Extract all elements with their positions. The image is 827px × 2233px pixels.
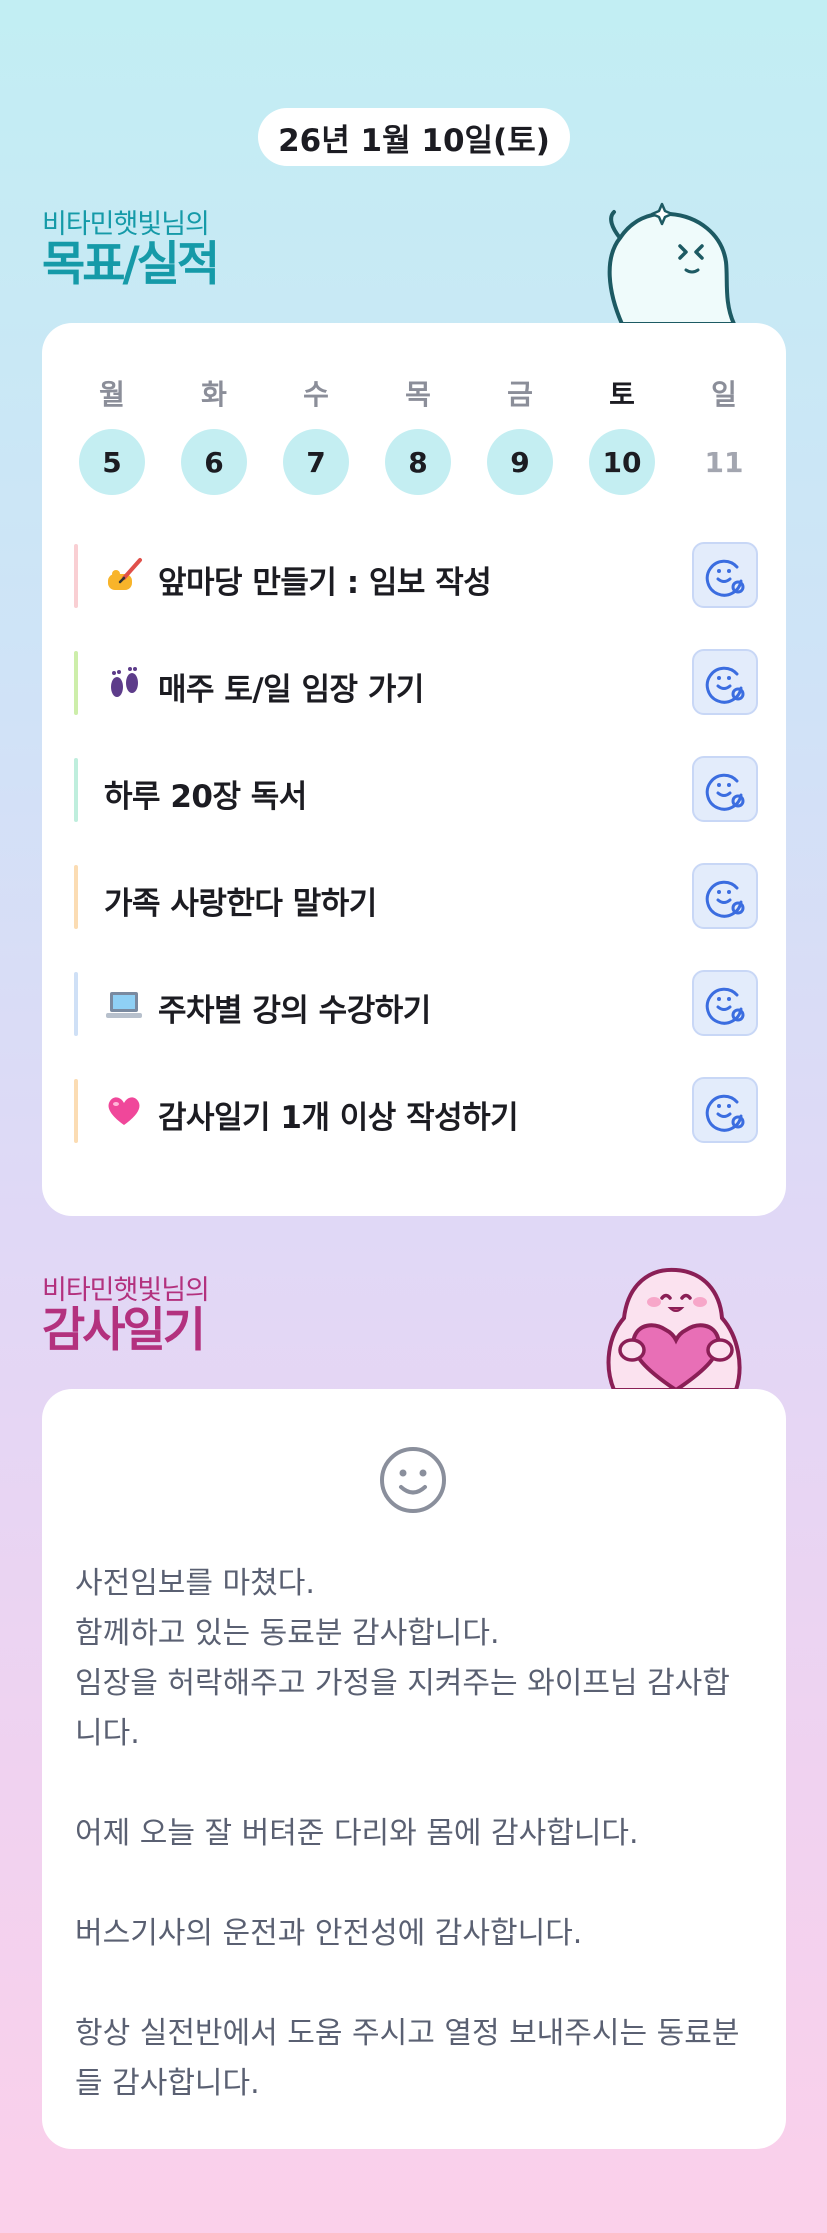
day-date: 10	[589, 429, 655, 495]
smile-check-icon	[705, 666, 745, 704]
day-tue[interactable]: 화 6	[180, 375, 248, 495]
day-date: 7	[283, 429, 349, 495]
smile-icon	[380, 1447, 446, 1513]
day-name: 월	[99, 378, 125, 411]
goal-check-button[interactable]	[692, 1077, 758, 1143]
day-name: 금	[507, 378, 533, 411]
day-date: 9	[487, 429, 553, 495]
smile-check-icon	[705, 773, 745, 811]
goal-label: 앞마당 만들기 : 임보 작성	[158, 565, 492, 601]
goal-label: 하루 20장 독서	[104, 779, 307, 815]
laptop-icon	[106, 992, 142, 1018]
day-name: 화	[201, 378, 227, 411]
gratitude-owner-label: 비타민햇빛님의	[42, 1275, 210, 1306]
smile-check-icon	[705, 1094, 745, 1132]
smile-check-icon	[705, 559, 745, 597]
goal-color-bar	[74, 972, 78, 1036]
goal-item[interactable]: 가족 사랑한다 말하기	[74, 863, 758, 931]
goal-label: 주차별 강의 수강하기	[158, 993, 431, 1029]
day-fri[interactable]: 금 9	[486, 375, 554, 495]
goal-item[interactable]: 매주 토/일 임장 가기	[74, 649, 758, 717]
day-date: 5	[79, 429, 145, 495]
goals-owner-label: 비타민햇빛님의	[42, 209, 210, 240]
heart-mascot-icon	[606, 1267, 742, 1390]
gratitude-title: 감사일기	[42, 1303, 206, 1358]
day-name: 토	[609, 378, 635, 411]
goal-item[interactable]: 주차별 강의 수강하기	[74, 970, 758, 1038]
day-date: 6	[181, 429, 247, 495]
pink-heart-icon	[108, 1097, 140, 1125]
ghost-mascot-icon	[607, 202, 737, 324]
day-name: 일	[711, 378, 737, 411]
day-name: 수	[303, 378, 329, 411]
goal-color-bar	[74, 865, 78, 929]
goal-item[interactable]: 하루 20장 독서	[74, 756, 758, 824]
goal-item[interactable]: 앞마당 만들기 : 임보 작성	[74, 542, 758, 610]
goals-card: 월 5 화 6 수 7 목 8 금 9 토 10 일 11 앞마당 만들기: …	[42, 323, 786, 1216]
goal-check-button[interactable]	[692, 756, 758, 822]
day-sun[interactable]: 일 11	[690, 375, 758, 495]
goals-title: 목표/실적	[42, 237, 220, 292]
footprints-icon	[111, 667, 138, 697]
gratitude-text: 사전임보를 마쳤다. 함께하고 있는 동료분 감사합니다. 임장을 허락해주고 …	[75, 1566, 740, 2101]
day-name: 목	[405, 378, 431, 411]
writing-hand-icon	[108, 558, 142, 590]
goal-label: 가족 사랑한다 말하기	[104, 886, 377, 922]
smile-check-icon	[705, 880, 745, 918]
gratitude-section-header: 비타민햇빛님의 감사일기	[42, 1275, 210, 1358]
goal-color-bar	[74, 758, 78, 822]
smile-check-icon	[705, 987, 745, 1025]
goal-check-button[interactable]	[692, 649, 758, 715]
day-sat[interactable]: 토 10	[588, 375, 656, 495]
day-date: 11	[704, 445, 744, 479]
day-mon[interactable]: 월 5	[78, 375, 146, 495]
goal-item[interactable]: 감사일기 1개 이상 작성하기	[74, 1077, 758, 1145]
goal-color-bar	[74, 651, 78, 715]
day-date: 8	[385, 429, 451, 495]
goals-section-header: 비타민햇빛님의 목표/실적	[42, 209, 220, 292]
goal-check-button[interactable]	[692, 863, 758, 929]
goal-check-button[interactable]	[692, 970, 758, 1036]
date-label: 26년 1월 10일(토)	[258, 108, 570, 166]
gratitude-card: 사전임보를 마쳤다. 함께하고 있는 동료분 감사합니다. 임장을 허락해주고 …	[42, 1389, 786, 2149]
day-thu[interactable]: 목 8	[384, 375, 452, 495]
goal-check-button[interactable]	[692, 542, 758, 608]
goal-color-bar	[74, 544, 78, 608]
goal-color-bar	[74, 1079, 78, 1143]
goal-label: 매주 토/일 임장 가기	[158, 672, 424, 708]
day-wed[interactable]: 수 7	[282, 375, 350, 495]
goal-label: 감사일기 1개 이상 작성하기	[158, 1100, 519, 1136]
